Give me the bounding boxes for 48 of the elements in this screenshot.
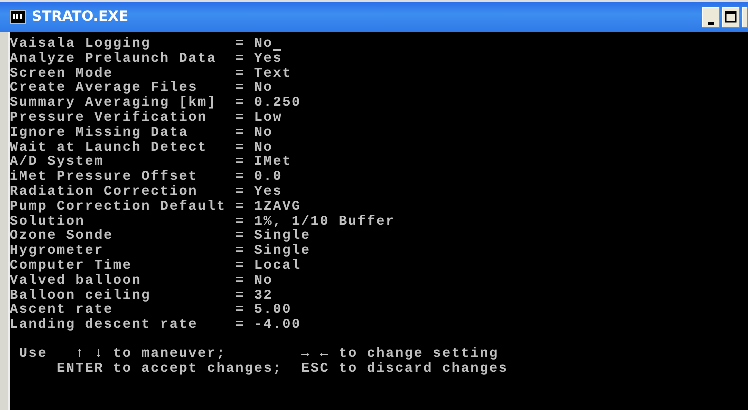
setting-label: Ignore Missing Data <box>10 126 190 141</box>
setting-value[interactable]: = No <box>236 82 274 98</box>
console-icon <box>10 10 26 24</box>
setting-label: Summary Averaging [km] <box>10 97 218 112</box>
setting-value[interactable]: = No <box>236 142 274 156</box>
window-title: STRATO.EXE <box>32 9 129 25</box>
setting-value[interactable]: = Yes <box>236 186 283 201</box>
setting-label: Create Average Files <box>10 82 198 96</box>
setting-label: Vaisala Logging <box>10 38 152 52</box>
setting-value[interactable]: = Yes <box>236 52 283 68</box>
setting-label: Analyze Prelaunch Data <box>10 52 218 67</box>
setting-label: Balloon ceiling <box>10 290 152 304</box>
minimize-button[interactable] <box>702 6 720 28</box>
setting-value[interactable]: = 5.00 <box>236 304 292 320</box>
setting-value[interactable]: = Single <box>236 245 311 260</box>
setting-value[interactable]: = IMet <box>236 156 292 172</box>
setting-value[interactable]: = Text <box>236 68 292 82</box>
maximize-icon <box>725 11 737 23</box>
setting-label: Ozone Sonde <box>10 230 114 245</box>
setting-label: Valved balloon <box>10 274 143 289</box>
setting-value[interactable]: = Single <box>236 230 311 246</box>
setting-label: Wait at Launch Detect <box>10 142 208 156</box>
setting-label: Computer Time <box>10 260 134 274</box>
maximize-button[interactable] <box>722 6 740 28</box>
setting-value[interactable]: = No <box>236 126 274 142</box>
setting-value[interactable]: = 0.250 <box>236 97 302 112</box>
setting-label: Radiation Correction <box>10 186 200 200</box>
setting-value[interactable]: = 0.0 <box>236 171 283 186</box>
setting-label: Pressure Verification <box>10 112 208 126</box>
setting-value[interactable]: = 1%, 1/10 Buffer <box>236 216 396 230</box>
setting-value[interactable]: = No <box>236 274 274 290</box>
setting-label: Pump Correction Default <box>10 200 228 215</box>
setting-value[interactable]: = Local <box>236 260 302 275</box>
setting-label: Solution <box>10 216 86 230</box>
setting-label: Ascent rate <box>10 304 114 318</box>
setting-value[interactable]: = Low <box>236 112 283 127</box>
setting-value[interactable]: = No <box>236 38 282 53</box>
setting-value[interactable]: = 1ZAVG <box>236 200 302 216</box>
setting-value[interactable]: = -4.00 <box>236 319 302 334</box>
setting-value[interactable]: = 32 <box>236 290 274 304</box>
setting-label: iMet Pressure Offset <box>10 171 200 186</box>
setting-label: Landing descent rate <box>10 319 200 334</box>
setting-label: A/D System <box>10 156 106 170</box>
help-text: ENTER to accept changes; ESC to discard changes <box>56 362 510 378</box>
help-text: Use ↑ ↓ to maneuver; → ← to change setting <box>18 348 500 362</box>
setting-label: Screen Mode <box>10 68 114 82</box>
close-button[interactable] <box>742 6 748 28</box>
setting-label: Hygrometer <box>10 245 104 260</box>
